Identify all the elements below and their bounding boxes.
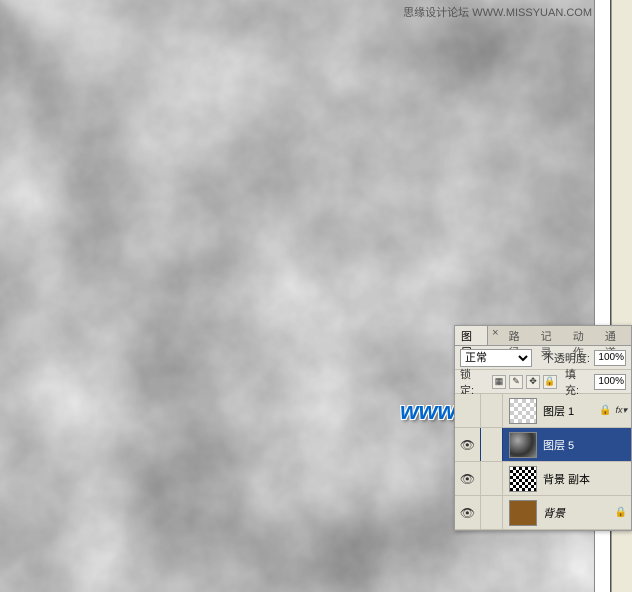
layer-name[interactable]: 图层 5 — [543, 437, 631, 453]
layer-item[interactable]: 图层 1 🔒 fx▾ — [455, 394, 631, 428]
lock-fill-row: 锁定: ▦ ✎ ✥ 🔒 填充: — [455, 370, 631, 394]
link-cell[interactable] — [481, 496, 503, 529]
fill-input[interactable] — [594, 374, 626, 390]
lock-label: 锁定: — [460, 366, 485, 398]
layer-name[interactable]: 图层 1 — [543, 403, 599, 419]
visibility-toggle[interactable] — [455, 394, 481, 427]
link-cell[interactable] — [481, 428, 503, 461]
lock-icons: ▦ ✎ ✥ 🔒 — [492, 375, 557, 389]
blend-mode-select[interactable]: 正常 — [460, 349, 532, 367]
tab-channels[interactable]: 通道 — [599, 326, 631, 345]
link-cell[interactable] — [481, 462, 503, 495]
eye-icon: 👁 — [460, 506, 475, 520]
opacity-input[interactable] — [594, 350, 626, 366]
layer-name[interactable]: 背景 副本 — [543, 471, 631, 487]
tab-layers[interactable]: 图层 — [455, 326, 488, 345]
layer-name[interactable]: 背景 — [543, 505, 615, 521]
eye-icon: 👁 — [460, 472, 475, 486]
tab-paths[interactable]: 路径 — [503, 326, 535, 345]
lock-transparency-icon[interactable]: ▦ — [492, 375, 506, 389]
layer-thumbnail[interactable] — [509, 500, 537, 526]
lock-move-icon[interactable]: ✥ — [526, 375, 540, 389]
layer-thumbnail[interactable] — [509, 398, 537, 424]
layer-thumbnail[interactable] — [509, 432, 537, 458]
lock-all-icon[interactable]: 🔒 — [543, 375, 557, 389]
watermark-top: 思缘设计论坛 WWW.MISSYUAN.COM — [403, 4, 592, 20]
visibility-toggle[interactable]: 👁 — [455, 428, 481, 461]
tab-close[interactable]: × — [488, 326, 502, 345]
lock-icon: 🔒 — [599, 405, 611, 416]
layer-list: 图层 1 🔒 fx▾ 👁 图层 5 👁 背景 副本 👁 背景 🔒 — [455, 394, 631, 530]
opacity-label: 不透明度: — [543, 350, 590, 366]
tab-history[interactable]: 记录 — [535, 326, 567, 345]
eye-icon: 👁 — [460, 438, 475, 452]
visibility-toggle[interactable]: 👁 — [455, 496, 481, 529]
layer-item[interactable]: 👁 背景 🔒 — [455, 496, 631, 530]
link-cell[interactable] — [481, 394, 503, 427]
layer-item[interactable]: 👁 背景 副本 — [455, 462, 631, 496]
layers-panel: 图层 × 路径 记录 动作 通道 正常 不透明度: 锁定: ▦ ✎ ✥ 🔒 填充… — [454, 325, 632, 531]
fill-label: 填充: — [565, 366, 590, 398]
visibility-toggle[interactable]: 👁 — [455, 462, 481, 495]
fx-icon[interactable]: fx▾ — [615, 405, 627, 416]
layer-thumbnail[interactable] — [509, 466, 537, 492]
layer-item[interactable]: 👁 图层 5 — [455, 428, 631, 462]
tab-actions[interactable]: 动作 — [567, 326, 599, 345]
lock-icon: 🔒 — [615, 507, 627, 518]
panel-tabs: 图层 × 路径 记录 动作 通道 — [455, 326, 631, 346]
lock-brush-icon[interactable]: ✎ — [509, 375, 523, 389]
